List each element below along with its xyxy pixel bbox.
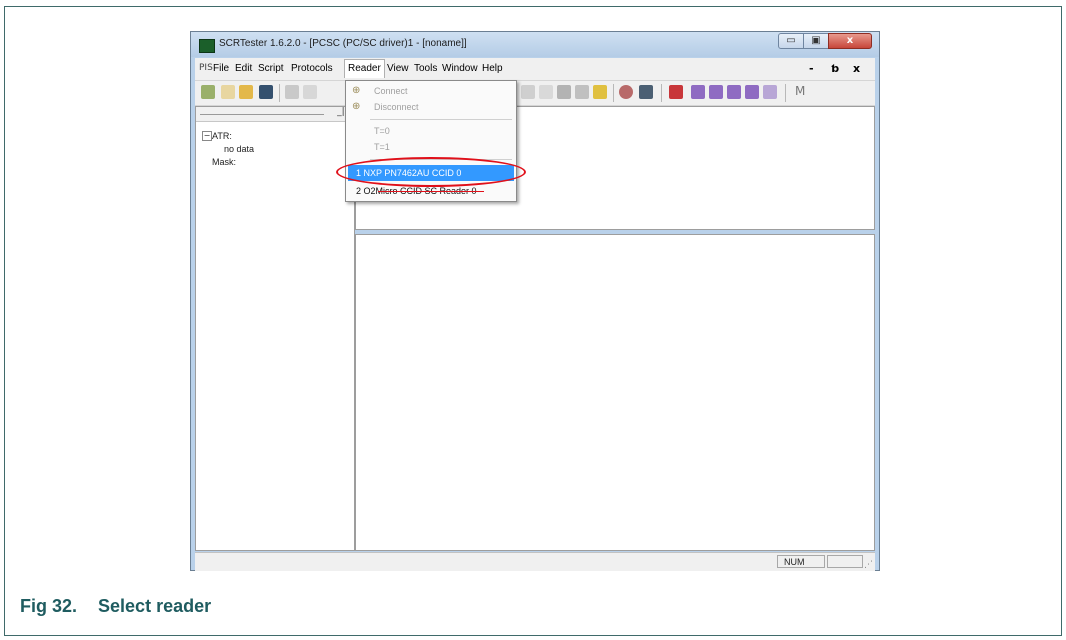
pane-grip[interactable] [200, 114, 324, 115]
pane-header: _|x [196, 107, 354, 122]
key-icon[interactable] [593, 85, 607, 99]
menu-separator [370, 159, 512, 160]
mdi-minimize-button[interactable]: - [809, 62, 814, 75]
window-title: SCRTester 1.6.2.0 - [PCSC (PC/SC driver)… [219, 38, 467, 49]
close-button[interactable]: x [828, 33, 872, 49]
menu-disconnect[interactable]: ⊕ Disconnect [348, 99, 514, 115]
toolbar-separator [661, 84, 662, 102]
app-icon [199, 39, 215, 53]
new-file-icon[interactable] [221, 85, 235, 99]
send-icon[interactable] [745, 85, 759, 99]
menu-tools[interactable]: Tools [414, 63, 437, 74]
status-panel [827, 555, 863, 568]
figure-number: Fig 32. [20, 596, 78, 616]
maximize-button[interactable]: ▣ [803, 33, 829, 49]
menu-view[interactable]: View [387, 63, 409, 74]
minimize-button[interactable]: ▭ [778, 33, 804, 49]
tree-item-mask[interactable]: Mask: [212, 157, 236, 167]
copy-icon[interactable] [303, 85, 317, 99]
save-icon[interactable] [259, 85, 273, 99]
mdi-restore-button[interactable]: ƅ [831, 62, 839, 75]
figure-title: Select reader [98, 596, 212, 616]
reader-menu: ⊕ Connect ⊕ Disconnect T=0 T=1 1 NXP PN7… [345, 80, 517, 202]
toolbar-separator [613, 84, 614, 102]
macro-button[interactable]: M [795, 84, 805, 98]
menu-help[interactable]: Help [482, 63, 503, 74]
send-icon[interactable] [691, 85, 705, 99]
figure-caption: Fig 32. Select reader [20, 596, 211, 617]
toolbar: M [195, 81, 875, 106]
marker-icon[interactable] [669, 85, 683, 99]
hand-icon[interactable] [557, 85, 571, 99]
mdi-close-button[interactable]: x [853, 62, 860, 75]
toolbar-separator [785, 84, 786, 102]
resize-grip-icon[interactable]: ⋰ [864, 560, 873, 570]
reader-icon[interactable] [201, 85, 215, 99]
app-window: SCRTester 1.6.2.0 - [PCSC (PC/SC driver)… [190, 31, 880, 571]
script-icon[interactable] [575, 85, 589, 99]
menu-t1[interactable]: T=1 [348, 139, 514, 155]
atr-tree-pane: _|x − ATR: no data Mask: [195, 106, 355, 551]
send-icon[interactable] [709, 85, 723, 99]
menu-separator [370, 119, 512, 120]
output-panel[interactable] [355, 234, 875, 551]
menu-script[interactable]: Script [258, 63, 284, 74]
menu-file[interactable]: File [213, 63, 229, 74]
disconnect-icon: ⊕ [352, 101, 361, 112]
connect-icon: ⊕ [352, 85, 361, 96]
menu-protocols[interactable]: Protocols [291, 63, 333, 74]
menu-reader[interactable]: Reader [344, 59, 385, 78]
send-icon[interactable] [727, 85, 741, 99]
tree-item-no-data[interactable]: no data [224, 144, 254, 154]
step-icon[interactable] [521, 85, 535, 99]
menu-t0[interactable]: T=0 [348, 123, 514, 139]
send-icon[interactable] [763, 85, 777, 99]
menu-window[interactable]: Window [442, 63, 478, 74]
run-icon[interactable] [539, 85, 553, 99]
document-icon[interactable]: PIS [199, 63, 213, 73]
menu-reader-nxp[interactable]: 1 NXP PN7462AU CCID 0 [348, 165, 514, 181]
title-bar[interactable]: SCRTester 1.6.2.0 - [PCSC (PC/SC driver)… [191, 32, 879, 57]
menu-connect[interactable]: ⊕ Connect [348, 83, 514, 99]
tree-item-atr[interactable]: ATR: [212, 131, 232, 141]
status-bar: NUM ⋰ [195, 552, 875, 571]
menu-edit[interactable]: Edit [235, 63, 252, 74]
menu-bar: PIS File Edit Script Protocols Reader Vi… [195, 58, 875, 81]
oval-overlap-line [378, 191, 484, 192]
collapse-icon[interactable]: − [202, 131, 212, 141]
menu-reader-o2micro[interactable]: 2 O2Micro CCID SC Reader 0 [348, 183, 514, 199]
open-folder-icon[interactable] [239, 85, 253, 99]
grid-icon[interactable] [639, 85, 653, 99]
target-icon[interactable] [619, 85, 633, 99]
cut-icon[interactable] [285, 85, 299, 99]
num-lock-indicator: NUM [777, 555, 825, 568]
toolbar-separator [279, 84, 280, 102]
